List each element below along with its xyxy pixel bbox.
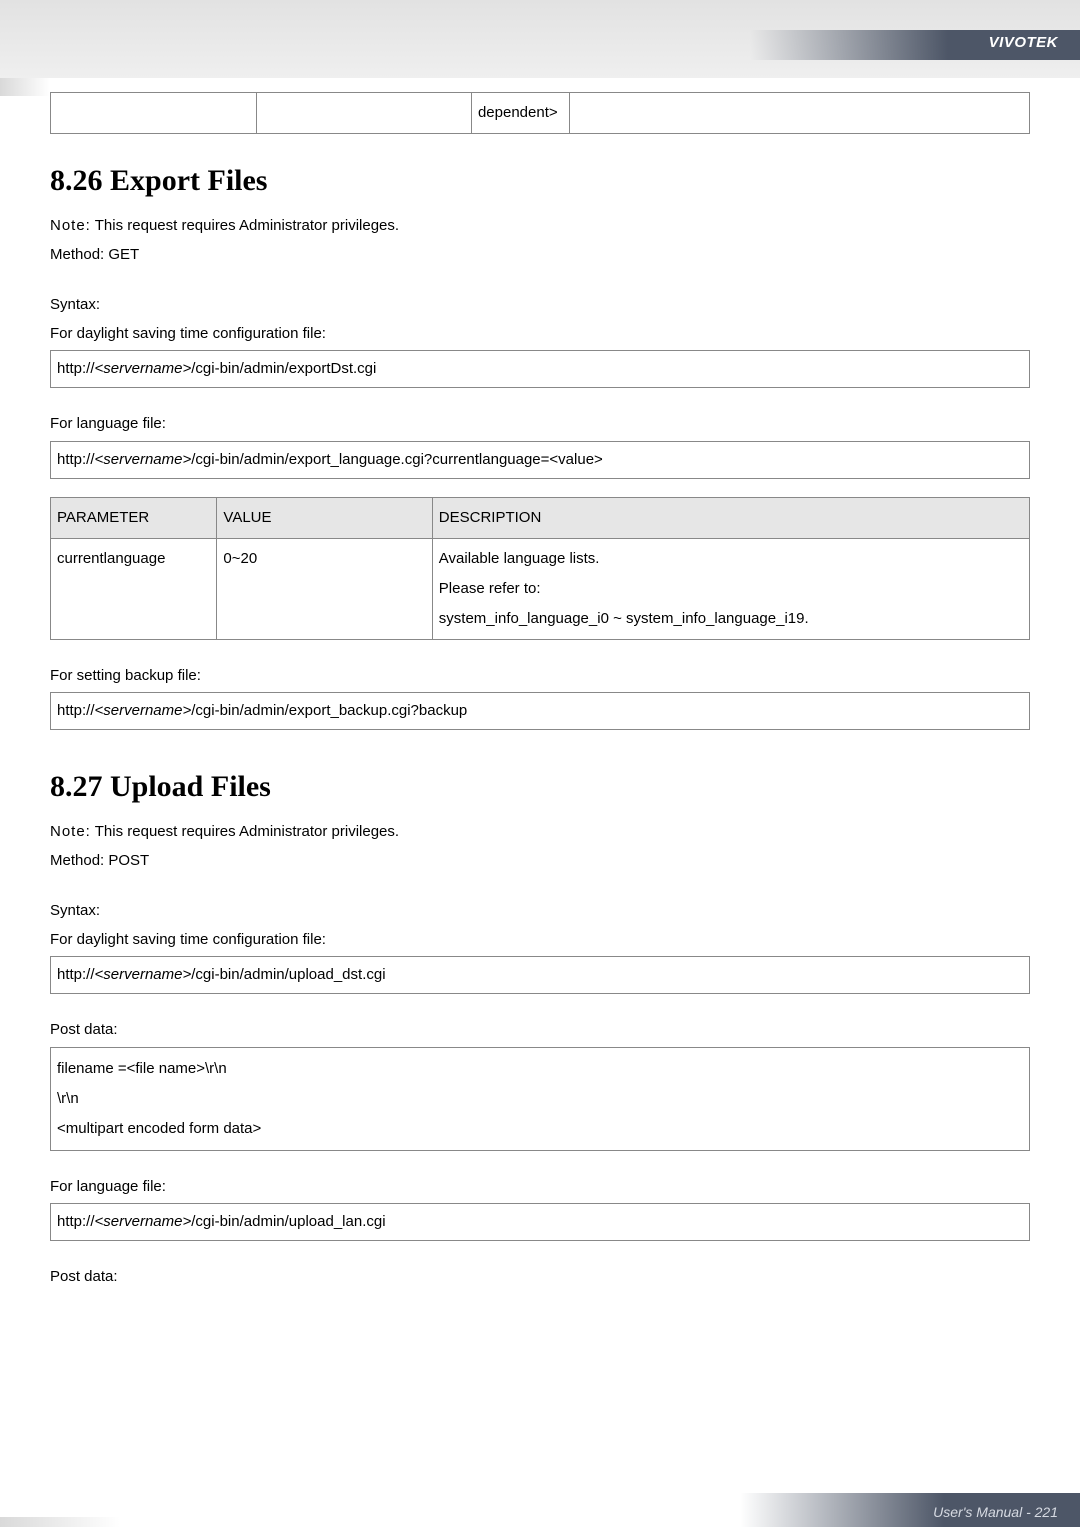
th-description: DESCRIPTION (432, 497, 1029, 538)
note-text: This request requires Administrator priv… (91, 217, 399, 234)
lang-label-826: For language file: (50, 410, 1030, 439)
table-header-row: PARAMETER VALUE DESCRIPTION (51, 497, 1030, 538)
heading-827: 8.27 Upload Files (50, 770, 1030, 804)
content-area: dependent> 8.26 Export Files Note: This … (0, 78, 1080, 1332)
method-826: Method: GET (50, 241, 1030, 270)
syntax-label-826: Syntax: (50, 291, 1030, 320)
url-pre: http:// (57, 702, 95, 719)
post-line3: <multipart encoded form data> (57, 1120, 261, 1137)
dst-url-box-826: http://<servername>/cgi-bin/admin/export… (50, 350, 1030, 388)
td-parameter: currentlanguage (51, 538, 217, 639)
dst-url-box-827: http://<servername>/cgi-bin/admin/upload… (50, 956, 1030, 994)
url-srv: <servername> (95, 1213, 192, 1230)
note-826: Note: This request requires Administrato… (50, 212, 1030, 241)
desc-line3: system_info_language_i0 ~ system_info_la… (439, 610, 809, 627)
post-line2: \r\n (57, 1090, 79, 1107)
url-srv: <servername> (95, 360, 192, 377)
post-data-label: Post data: (50, 1016, 1030, 1045)
corner-shade (0, 78, 50, 96)
url-srv: <servername> (95, 451, 192, 468)
dst-label-827: For daylight saving time configuration f… (50, 926, 1030, 955)
page: VIVOTEK dependent> 8.26 Export Files Not… (0, 0, 1080, 1527)
heading-826: 8.26 Export Files (50, 164, 1030, 198)
url-post: /cgi-bin/admin/upload_lan.cgi (191, 1213, 385, 1230)
url-srv: <servername> (95, 702, 192, 719)
note-label: Note: (50, 217, 91, 234)
note-827: Note: This request requires Administrato… (50, 818, 1030, 847)
post-data-label-2: Post data: (50, 1263, 1030, 1292)
footer-text: User's Manual - 221 (933, 1504, 1058, 1520)
orphan-cell-4 (569, 93, 1029, 134)
lang-url-box-826: http://<servername>/cgi-bin/admin/export… (50, 441, 1030, 479)
orphan-cell-1 (51, 93, 257, 134)
url-pre: http:// (57, 360, 95, 377)
orphan-cell-2 (256, 93, 471, 134)
desc-line1: Available language lists. (439, 550, 600, 567)
post-data-box: filename =<file name>\r\n \r\n <multipar… (50, 1047, 1030, 1151)
lang-label-827: For language file: (50, 1173, 1030, 1202)
param-table-826: PARAMETER VALUE DESCRIPTION currentlangu… (50, 497, 1030, 640)
dst-label-826: For daylight saving time configuration f… (50, 320, 1030, 349)
note-label: Note: (50, 823, 91, 840)
url-post: /cgi-bin/admin/export_language.cgi?curre… (191, 451, 603, 468)
url-pre: http:// (57, 1213, 95, 1230)
url-post: /cgi-bin/admin/exportDst.cgi (191, 360, 376, 377)
desc-line2: Please refer to: (439, 580, 541, 597)
orphan-cell-3: dependent> (471, 93, 569, 134)
th-value: VALUE (217, 497, 432, 538)
url-post: /cgi-bin/admin/export_backup.cgi?backup (191, 702, 467, 719)
backup-url-box-826: http://<servername>/cgi-bin/admin/export… (50, 692, 1030, 730)
table-row: currentlanguage 0~20 Available language … (51, 538, 1030, 639)
th-parameter: PARAMETER (51, 497, 217, 538)
url-post: /cgi-bin/admin/upload_dst.cgi (191, 966, 385, 983)
url-srv: <servername> (95, 966, 192, 983)
url-pre: http:// (57, 966, 95, 983)
method-827: Method: POST (50, 847, 1030, 876)
orphan-table-row: dependent> (50, 92, 1030, 134)
backup-label-826: For setting backup file: (50, 662, 1030, 691)
lang-url-box-827: http://<servername>/cgi-bin/admin/upload… (50, 1203, 1030, 1241)
syntax-label-827: Syntax: (50, 897, 1030, 926)
td-value: 0~20 (217, 538, 432, 639)
top-bar: VIVOTEK (0, 0, 1080, 78)
note-text: This request requires Administrator priv… (91, 823, 399, 840)
td-description: Available language lists. Please refer t… (432, 538, 1029, 639)
brand-text: VIVOTEK (989, 34, 1058, 51)
post-line1: filename =<file name>\r\n (57, 1060, 227, 1077)
url-pre: http:// (57, 451, 95, 468)
footer-corner-shade (0, 1517, 120, 1527)
